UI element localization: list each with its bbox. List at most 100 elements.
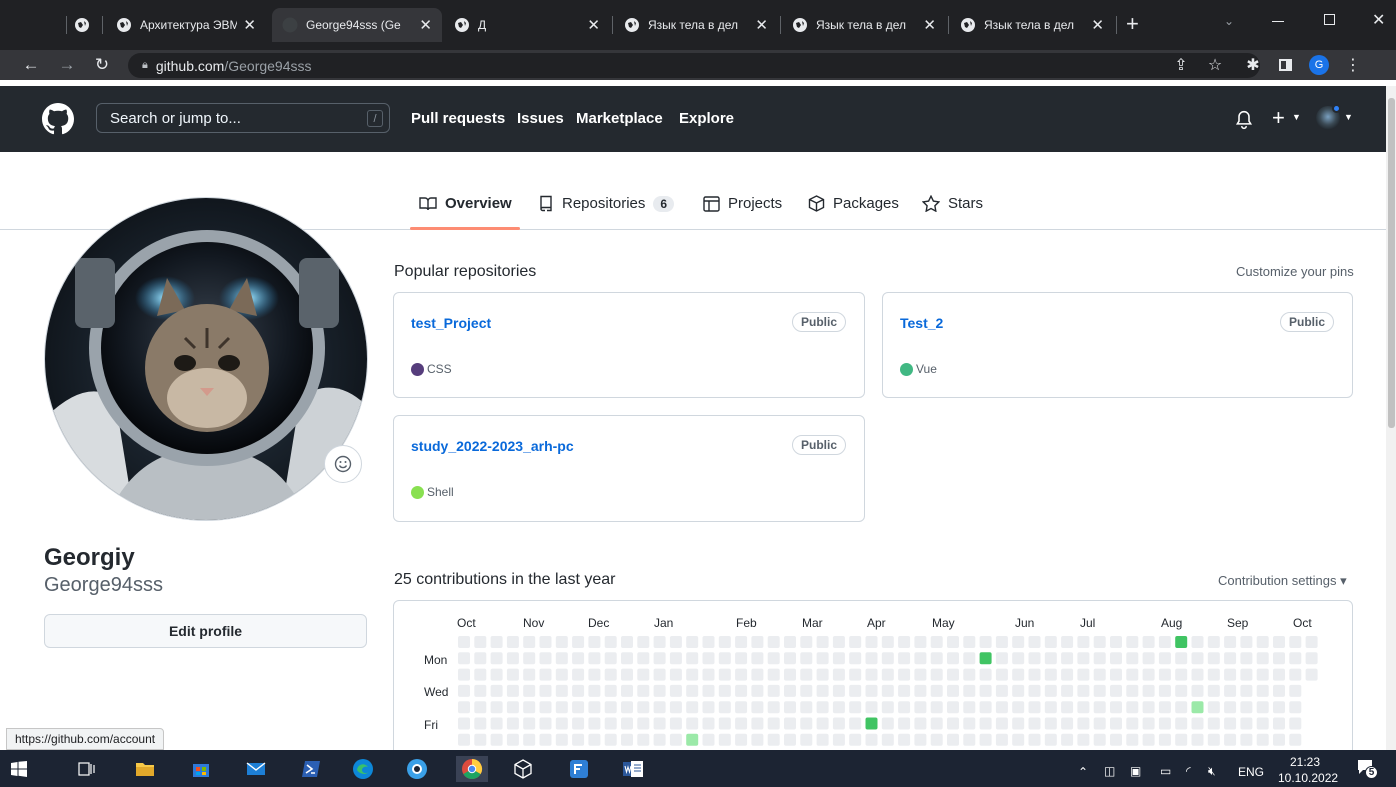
- powershell-icon[interactable]: [298, 756, 324, 782]
- tab-architecture[interactable]: Архитектура ЭВМ ✕: [106, 8, 266, 42]
- tab-packages[interactable]: Packages: [808, 195, 899, 212]
- url-input[interactable]: 🔒︎ github.com/George94sss: [128, 53, 1260, 78]
- task-view-icon[interactable]: [74, 756, 100, 782]
- globe-icon: [455, 18, 469, 32]
- create-new-icon[interactable]: +: [1272, 105, 1285, 131]
- edit-profile-button[interactable]: Edit profile: [44, 614, 367, 648]
- word-icon[interactable]: [620, 756, 646, 782]
- action-center-button[interactable]: 5: [1356, 756, 1378, 780]
- close-icon[interactable]: ✕: [1091, 16, 1104, 34]
- clock-time[interactable]: 21:23: [1290, 755, 1320, 769]
- browser-menu-icon[interactable]: ⋮: [1340, 52, 1366, 78]
- repo-card: test_Project Public CSS: [393, 292, 865, 398]
- back-icon[interactable]: ←: [18, 52, 44, 78]
- browser-tab-strip: Архитектура ЭВМ ✕ George94sss (Ge ✕ Д ✕ …: [0, 0, 1396, 50]
- nav-pull-requests[interactable]: Pull requests: [411, 110, 505, 127]
- tray-notification-app-icon[interactable]: ▣: [1130, 764, 1141, 778]
- day-label: Wed: [424, 685, 449, 699]
- tray-app-icon[interactable]: ◫: [1104, 764, 1115, 778]
- tab-overview[interactable]: Overview: [419, 195, 512, 212]
- tab-globe[interactable]: [68, 8, 98, 42]
- repo-name-link[interactable]: study_2022-2023_arh-pc: [411, 438, 574, 454]
- language-color-dot: [900, 362, 913, 376]
- astronaut-cat-image: [45, 198, 367, 520]
- windows-start-icon[interactable]: [6, 756, 32, 782]
- far-manager-icon[interactable]: [566, 756, 592, 782]
- tab-pinned[interactable]: [0, 8, 60, 42]
- profile-avatar[interactable]: G: [1306, 52, 1332, 78]
- visibility-badge: Public: [791, 312, 846, 332]
- tray-expand-chevron-icon[interactable]: ⌃: [1078, 765, 1088, 779]
- notification-dot-icon: [1332, 104, 1341, 113]
- extensions-icon[interactable]: ✱: [1240, 52, 1266, 78]
- bell-icon[interactable]: [1235, 110, 1253, 130]
- battery-icon[interactable]: ▭: [1160, 764, 1171, 778]
- nav-explore[interactable]: Explore: [679, 110, 734, 127]
- tab-separator: [102, 16, 103, 34]
- tab-d[interactable]: Д ✕: [444, 8, 610, 42]
- url-host: github.com: [155, 57, 225, 74]
- chrome-icon[interactable]: [456, 756, 488, 782]
- month-label: Oct: [457, 616, 476, 630]
- project-table-icon: [703, 195, 720, 212]
- tab-stars[interactable]: Stars: [922, 195, 983, 212]
- close-icon[interactable]: ✕: [923, 16, 936, 34]
- nav-issues[interactable]: Issues: [517, 110, 564, 127]
- input-language[interactable]: ENG: [1238, 765, 1264, 779]
- clock-date[interactable]: 10.10.2022: [1278, 771, 1338, 785]
- share-icon[interactable]: ⇪: [1168, 52, 1194, 78]
- tab-body-language-3[interactable]: Язык тела в дел ✕: [950, 8, 1114, 42]
- edge-icon[interactable]: [350, 756, 376, 782]
- restore-icon[interactable]: [1324, 14, 1335, 25]
- virtualbox-icon[interactable]: [510, 756, 536, 782]
- window-close-icon[interactable]: ✕: [1372, 10, 1385, 30]
- github-logo-icon[interactable]: [42, 103, 74, 135]
- tab-body-language-2[interactable]: Язык тела в дел ✕: [782, 8, 946, 42]
- scrollbar-thumb[interactable]: [1388, 98, 1395, 428]
- customize-pins-link[interactable]: Customize your pins: [1236, 264, 1354, 279]
- notification-count-badge: 5: [1365, 766, 1378, 779]
- close-icon[interactable]: ✕: [419, 16, 432, 34]
- month-label: Nov: [523, 616, 545, 630]
- package-icon: [808, 195, 825, 212]
- volume-muted-icon[interactable]: 🔇︎: [1208, 764, 1216, 779]
- repo-name-link[interactable]: Test_2: [900, 315, 943, 331]
- month-label: Apr: [867, 616, 886, 630]
- tab-repositories[interactable]: Repositories 6: [538, 195, 675, 212]
- reload-icon[interactable]: ↻: [89, 52, 115, 78]
- tab-separator: [612, 16, 613, 34]
- tab-github-profile[interactable]: George94sss (Ge ✕: [272, 8, 442, 42]
- mail-icon[interactable]: [243, 756, 269, 782]
- tab-projects[interactable]: Projects: [703, 195, 782, 212]
- chevron-down-icon[interactable]: ▼: [1292, 112, 1301, 122]
- repositories-count: 6: [653, 195, 675, 212]
- store-icon[interactable]: [188, 756, 214, 782]
- new-tab-icon[interactable]: +: [1126, 13, 1139, 35]
- close-icon[interactable]: ✕: [243, 16, 256, 34]
- set-status-button[interactable]: [324, 445, 362, 483]
- github-header: Search or jump to... / Pull requests Iss…: [0, 86, 1386, 152]
- close-icon[interactable]: ✕: [587, 16, 600, 34]
- star-icon: [922, 195, 940, 212]
- sidepanel-icon[interactable]: [1272, 52, 1298, 78]
- forward-icon[interactable]: →: [54, 52, 80, 78]
- close-icon[interactable]: ✕: [755, 16, 768, 34]
- month-label: Jul: [1080, 616, 1096, 630]
- contribution-settings-dropdown[interactable]: Contribution settings ▾: [1218, 573, 1347, 589]
- tab-separator: [948, 16, 949, 34]
- browser-icon[interactable]: [404, 756, 430, 782]
- repo-name-link[interactable]: test_Project: [411, 315, 491, 331]
- profile-avatar-image[interactable]: [44, 197, 368, 521]
- language-color-dot: [411, 485, 424, 499]
- wifi-icon[interactable]: ◜: [1186, 764, 1191, 778]
- tab-separator: [780, 16, 781, 34]
- file-explorer-icon[interactable]: [132, 756, 158, 782]
- chevron-down-icon[interactable]: ▼: [1344, 112, 1353, 122]
- tab-body-language-1[interactable]: Язык тела в дел ✕: [614, 8, 778, 42]
- status-bubble: https://github.com/account: [6, 728, 165, 750]
- tab-search-chevron-icon[interactable]: ⌄: [1224, 14, 1234, 28]
- search-input[interactable]: Search or jump to... /: [96, 103, 390, 133]
- nav-marketplace[interactable]: Marketplace: [576, 110, 663, 127]
- bookmark-star-icon[interactable]: ☆: [1202, 52, 1228, 78]
- minimize-icon[interactable]: [1272, 21, 1284, 22]
